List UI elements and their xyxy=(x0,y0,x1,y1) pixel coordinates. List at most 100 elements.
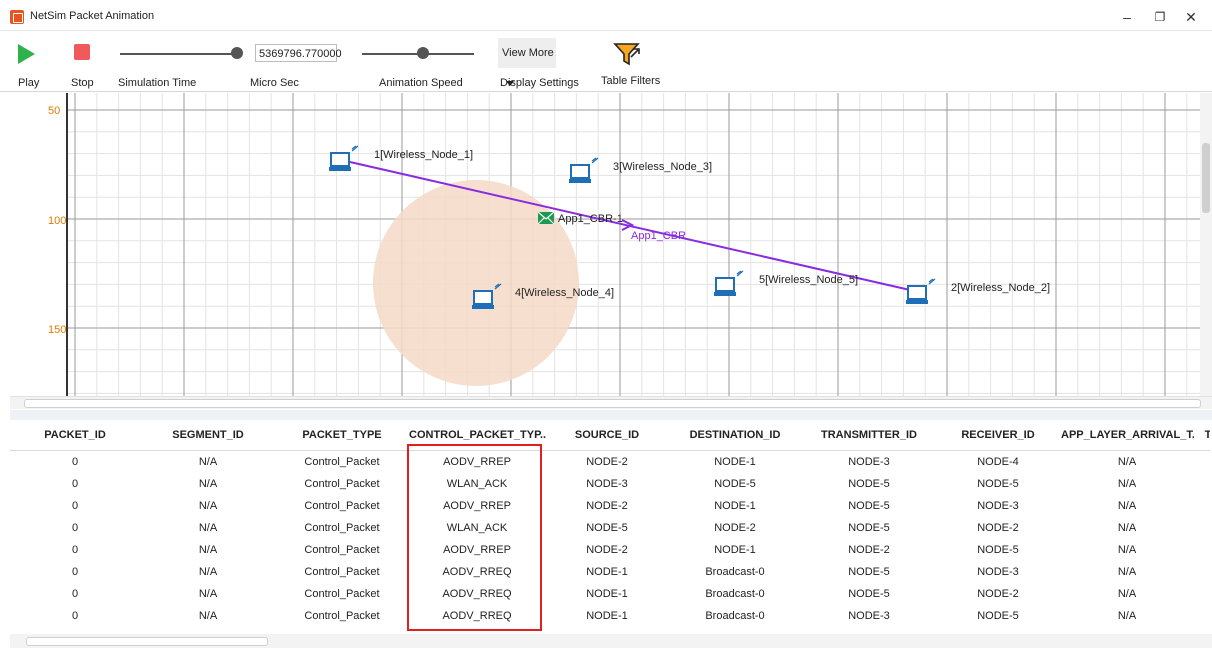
y-tick-100: 100 xyxy=(48,215,66,227)
table-cell: Broadcast-0 xyxy=(668,605,802,627)
column-header[interactable]: SOURCE_ID xyxy=(546,420,668,451)
column-header[interactable]: SEGMENT_ID xyxy=(140,420,276,451)
view-more-dropdown[interactable]: View More xyxy=(498,38,556,86)
column-header[interactable]: TRANSMITTER_ID xyxy=(802,420,936,451)
play-icon[interactable] xyxy=(18,44,35,64)
table-cell xyxy=(1194,605,1210,627)
table-cell: Broadcast-0 xyxy=(668,561,802,583)
column-header[interactable]: DESTINATION_ID xyxy=(668,420,802,451)
table-cell: 0 xyxy=(71,544,79,556)
node-label-5: 5[Wireless_Node_5] xyxy=(759,274,858,286)
column-header[interactable]: PACKET_TYPE xyxy=(276,420,408,451)
y-tick-150: 150 xyxy=(48,324,66,336)
table-cell xyxy=(1194,473,1210,495)
table-cell: 0 xyxy=(10,473,140,495)
animation-speed-label: Animation Speed xyxy=(379,77,463,89)
table-cell: N/A xyxy=(140,473,276,495)
funnel-filter-icon[interactable] xyxy=(612,40,642,68)
close-button[interactable]: ✕ xyxy=(1176,6,1206,28)
table-cell: NODE-3 xyxy=(546,473,668,495)
table-row[interactable]: 0 N/A Control_Packet WLAN_ACK NODE-5 NODE-2 NO… xyxy=(10,517,1210,539)
pane-splitter[interactable] xyxy=(10,410,1212,420)
table-cell xyxy=(1194,495,1210,517)
simulation-time-input[interactable]: 5369796.770000 xyxy=(255,44,342,62)
table-row[interactable]: 0N/AControl_PacketAODV_RREQNODE-1Broadca… xyxy=(10,605,1210,627)
table-cell: Control_Packet xyxy=(304,588,380,600)
table-cell: Broadcast-0 xyxy=(705,588,765,600)
table-row[interactable]: 0 N/A Control_Packet AODV_RREP NODE-2 NODE-1 N… xyxy=(10,451,1210,474)
table-row[interactable]: 0N/AControl_PacketAODV_RREQNODE-1Broadca… xyxy=(10,561,1210,583)
table-cell: 0 xyxy=(10,561,140,583)
column-header[interactable]: PACKET_ID xyxy=(10,420,140,451)
column-header[interactable]: APP_LAYER_ARRIVAL_T... xyxy=(1060,420,1194,451)
table-cell xyxy=(1194,583,1210,605)
column-header[interactable]: T xyxy=(1194,420,1210,451)
table-cell: N/A xyxy=(140,561,276,583)
canvas-vertical-scrollbar[interactable] xyxy=(1200,93,1212,396)
table-cell: NODE-5 xyxy=(848,500,890,512)
view-more-label: View More xyxy=(502,47,554,59)
table-cell: N/A xyxy=(1060,473,1194,495)
table-cell: NODE-2 xyxy=(586,500,628,512)
packet-label: App1_CBR-1 xyxy=(558,213,623,225)
play-label[interactable]: Play xyxy=(18,77,39,89)
table-cell: N/A xyxy=(1117,588,1137,600)
table-cell: N/A xyxy=(198,456,218,468)
table-cell: 0 xyxy=(71,588,79,600)
table-cell xyxy=(1194,561,1210,583)
table-cell: N/A xyxy=(198,588,218,600)
table-cell xyxy=(1194,539,1210,561)
laptop-icon-node-1[interactable] xyxy=(329,145,359,171)
table-cell: NODE-2 xyxy=(848,544,890,556)
table-cell: NODE-3 xyxy=(848,456,890,468)
table-row[interactable]: 0N/AControl_PacketAODV_RREQNODE-1Broadca… xyxy=(10,627,1210,633)
transmission-range-circle xyxy=(373,180,579,386)
table-horizontal-scrollbar[interactable] xyxy=(10,634,1212,648)
table-cell: NODE-5 xyxy=(848,588,890,600)
restore-button[interactable]: ❐ xyxy=(1145,6,1175,28)
simulation-time-slider-track[interactable] xyxy=(120,53,232,55)
table-filters-label[interactable]: Table Filters xyxy=(601,75,660,87)
table-cell: Broadcast-0 xyxy=(668,627,802,633)
table-cell: NODE-4 xyxy=(977,456,1019,468)
link-label: App1_CBR xyxy=(631,230,686,242)
animation-canvas[interactable]: 50 100 150 App1_CBR-1 App1_CBR 1[Wireles… xyxy=(10,93,1200,396)
table-cell: Control_Packet xyxy=(276,605,408,627)
table-cell: N/A xyxy=(140,605,276,627)
table-cell: NODE-3 xyxy=(802,627,936,633)
stop-icon[interactable] xyxy=(74,44,90,60)
table-cell: N/A xyxy=(140,627,276,633)
column-header[interactable]: RECEIVER_ID xyxy=(936,420,1060,451)
laptop-icon-node-3[interactable] xyxy=(569,157,599,183)
table-cell xyxy=(1194,627,1210,633)
table-row[interactable]: 0 N/A Control_Packet AODV_RREP NODE-2 NODE-1 N… xyxy=(10,539,1210,561)
table-cell: N/A xyxy=(1060,627,1194,633)
table-scroll-thumb[interactable] xyxy=(26,637,268,646)
node-label-1: 1[Wireless_Node_1] xyxy=(374,149,473,161)
table-cell: N/A xyxy=(1117,456,1137,468)
table-cell: N/A xyxy=(1117,544,1137,556)
packet-trace-table: PACKET_ID SEGMENT_ID PACKET_TYPE CONTROL_PA… xyxy=(10,420,1210,633)
table-cell: NODE-5 xyxy=(546,517,668,539)
animation-speed-slider-handle[interactable] xyxy=(417,47,429,59)
table-cell: NODE-2 xyxy=(586,456,628,468)
table-cell xyxy=(1194,451,1210,474)
table-cell: NODE-4 xyxy=(936,627,1060,633)
vertical-scroll-thumb[interactable] xyxy=(1202,143,1210,213)
table-cell: NODE-1 xyxy=(546,561,668,583)
table-cell: NODE-5 xyxy=(802,561,936,583)
table-row[interactable]: 0 N/A Control_Packet WLAN_ACK NODE-3 NODE-5 NO… xyxy=(10,473,1210,495)
canvas-horizontal-scrollbar[interactable] xyxy=(10,396,1212,409)
table-row[interactable]: 0N/AControl_PacketAODV_RREQNODE-1Broadca… xyxy=(10,583,1210,605)
horizontal-scroll-thumb[interactable] xyxy=(24,399,1201,408)
table-cell: NODE-1 xyxy=(546,627,668,633)
minimize-button[interactable]: – xyxy=(1112,6,1142,28)
table-row[interactable]: 0 N/A Control_Packet AODV_RREP NODE-2 NODE-1 N… xyxy=(10,495,1210,517)
stop-label[interactable]: Stop xyxy=(71,77,94,89)
table-cell: N/A xyxy=(1117,500,1137,512)
table-cell: NODE-3 xyxy=(802,605,936,627)
table-cell: NODE-3 xyxy=(977,500,1019,512)
table-cell: NODE-1 xyxy=(714,500,756,512)
laptop-icon-node-2[interactable] xyxy=(906,278,936,304)
simulation-time-label: Simulation Time xyxy=(118,77,197,89)
